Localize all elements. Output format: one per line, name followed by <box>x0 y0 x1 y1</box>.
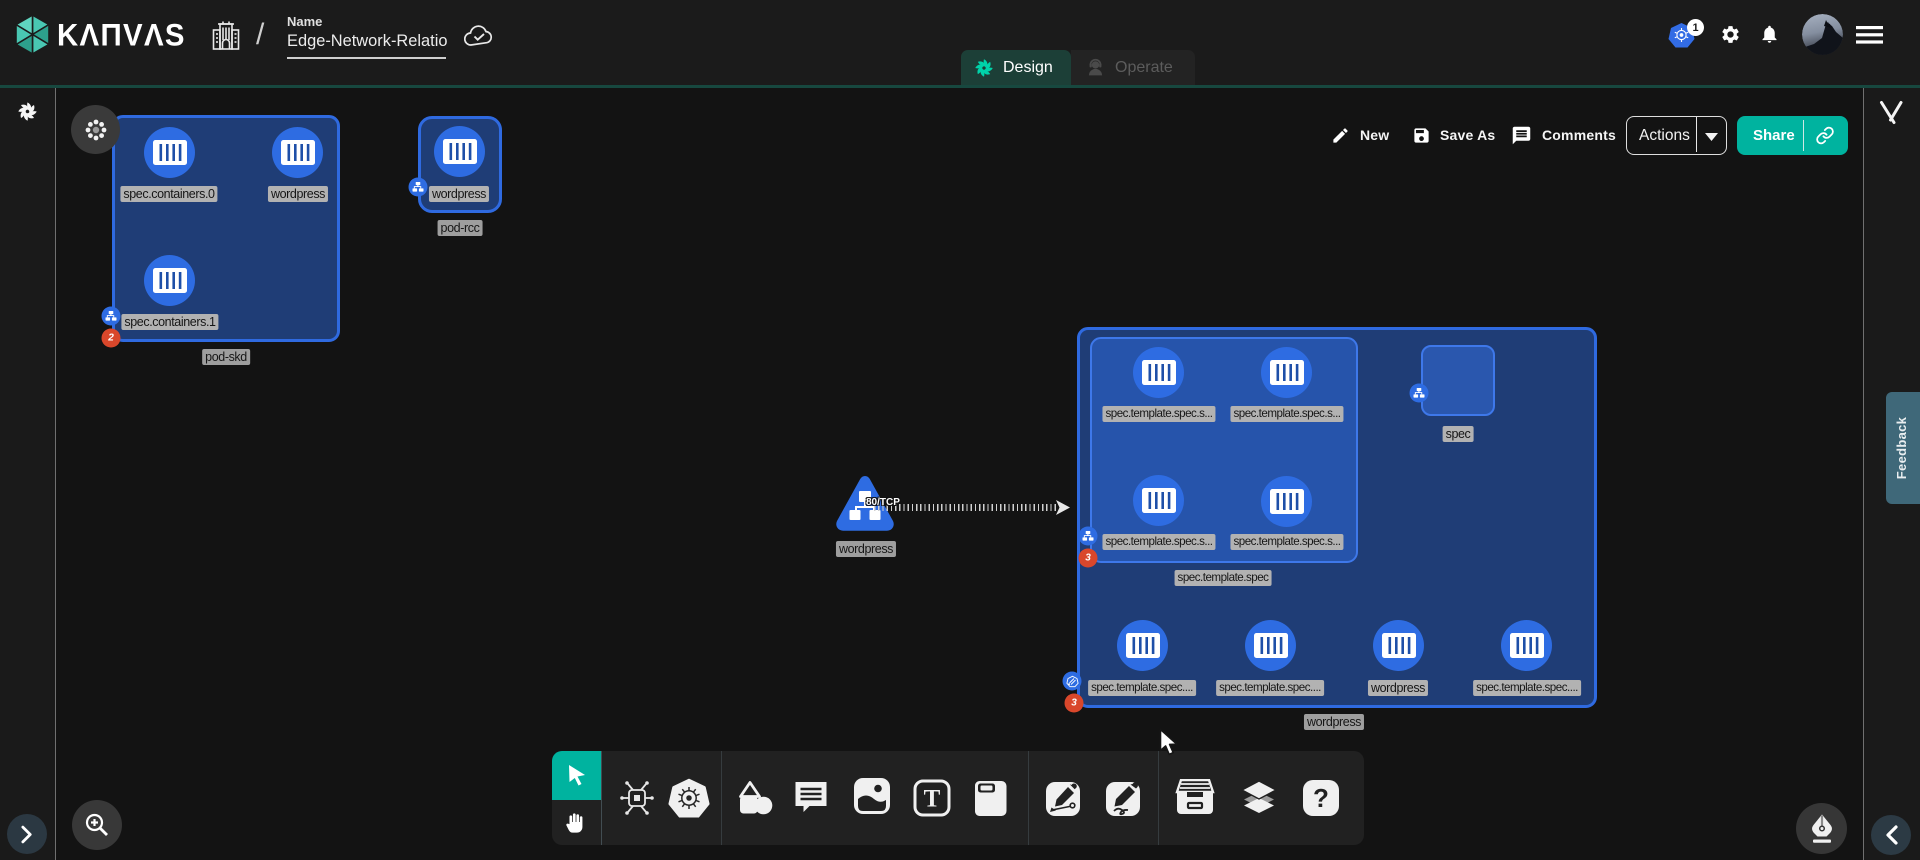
svg-text:T: T <box>924 786 941 813</box>
svg-text:?: ? <box>1313 783 1329 813</box>
